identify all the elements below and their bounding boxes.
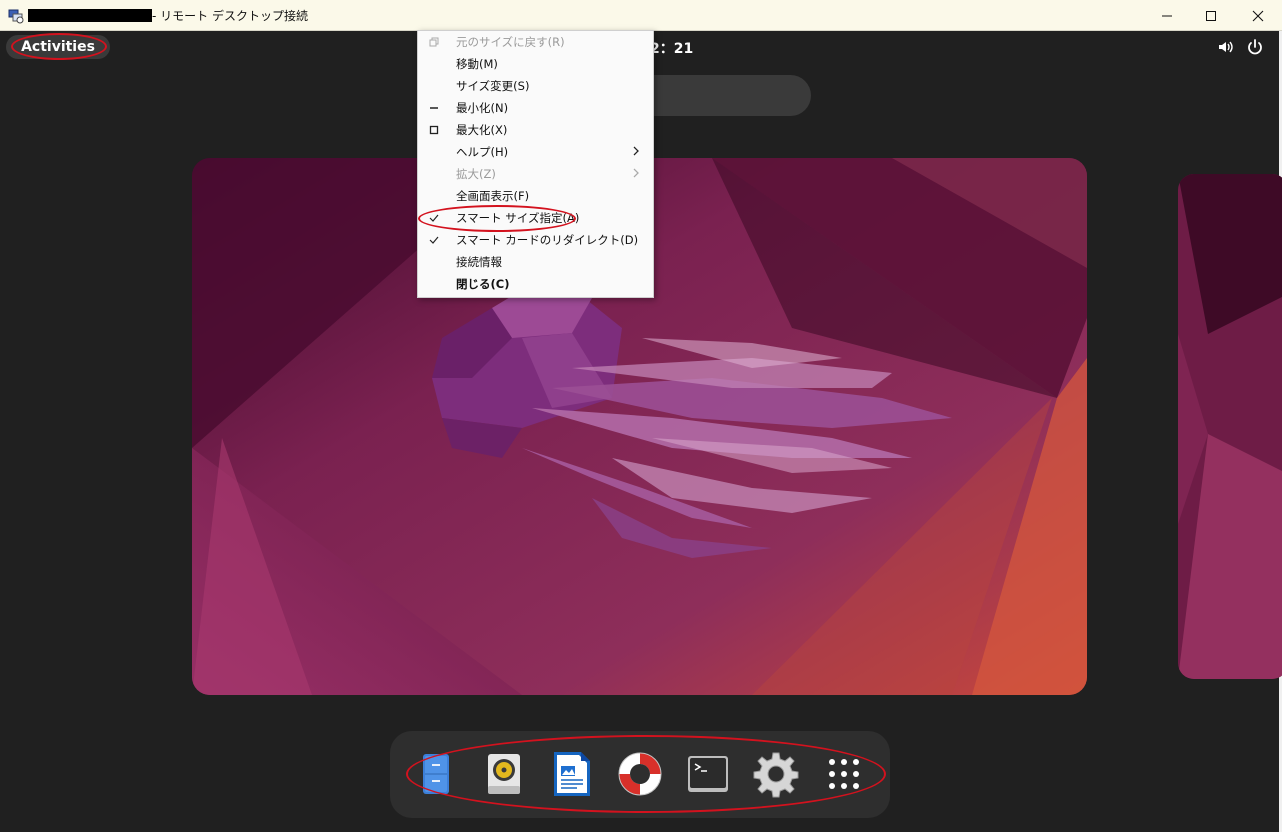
rdp-app-icon[interactable] xyxy=(8,8,24,24)
menu-item-label: サイズ変更(S) xyxy=(456,79,530,93)
menu-item-zoom[interactable]: 拡大(Z) xyxy=(418,163,653,185)
chevron-right-icon xyxy=(632,146,640,159)
menu-item-label: スマート サイズ指定(A) xyxy=(456,211,580,225)
rhythmbox-icon[interactable] xyxy=(478,748,530,800)
minimize-icon xyxy=(427,101,441,115)
show-apps-icon[interactable] xyxy=(818,748,870,800)
menu-item-smart-sizing[interactable]: スマート サイズ指定(A) xyxy=(418,207,653,229)
menu-item-resize[interactable]: サイズ変更(S) xyxy=(418,75,653,97)
menu-item-label: 移動(M) xyxy=(456,57,498,71)
menu-item-minimize[interactable]: 最小化(N) xyxy=(418,97,653,119)
maximize-icon xyxy=(427,123,441,137)
window-system-menu: 元のサイズに戻す(R) 移動(M) サイズ変更(S) 最小化(N) 最大化(X)… xyxy=(417,30,654,298)
redacted-host-name xyxy=(28,9,152,22)
menu-item-help[interactable]: ヘルプ(H) xyxy=(418,141,653,163)
menu-item-connection-info[interactable]: 接続情報 xyxy=(418,251,653,273)
menu-item-close[interactable]: 閉じる(C) xyxy=(418,273,653,295)
menu-item-label: スマート カードのリダイレクト(D) xyxy=(456,233,639,247)
chevron-right-icon xyxy=(632,168,640,181)
terminal-icon[interactable] xyxy=(682,748,734,800)
settings-icon[interactable] xyxy=(750,748,802,800)
close-button[interactable] xyxy=(1235,0,1281,31)
menu-item-label: 閉じる(C) xyxy=(456,277,510,291)
menu-item-label: 最小化(N) xyxy=(456,101,509,115)
menu-item-maximize[interactable]: 最大化(X) xyxy=(418,119,653,141)
check-icon xyxy=(427,233,441,247)
activities-button[interactable]: Activities xyxy=(6,35,110,59)
menu-item-label: 最大化(X) xyxy=(456,123,508,137)
menu-item-label: 拡大(Z) xyxy=(456,167,496,181)
files-icon[interactable] xyxy=(410,748,462,800)
window-title: - リモート デスクトップ接続 xyxy=(152,9,308,23)
menu-item-restore[interactable]: 元のサイズに戻す(R) xyxy=(418,31,653,53)
menu-item-label: 元のサイズに戻す(R) xyxy=(456,35,565,49)
volume-icon[interactable] xyxy=(1217,38,1235,56)
maximize-button[interactable] xyxy=(1188,0,1234,31)
libreoffice-writer-icon[interactable] xyxy=(546,748,598,800)
menu-item-fullscreen[interactable]: 全画面表示(F) xyxy=(418,185,653,207)
menu-item-label: ヘルプ(H) xyxy=(456,145,509,159)
menu-item-smartcard-redirect[interactable]: スマート カードのリダイレクト(D) xyxy=(418,229,653,251)
menu-item-label: 全画面表示(F) xyxy=(456,189,530,203)
restore-icon xyxy=(427,35,441,49)
next-workspace-thumbnail[interactable] xyxy=(1178,174,1282,679)
clock[interactable]: 2：21 xyxy=(650,38,693,58)
check-icon xyxy=(427,211,441,225)
help-icon[interactable] xyxy=(614,748,666,800)
rdp-title-bar[interactable]: - リモート デスクトップ接続 xyxy=(0,0,1282,31)
power-icon[interactable] xyxy=(1246,38,1264,56)
minimize-button[interactable] xyxy=(1144,0,1190,31)
menu-item-move[interactable]: 移動(M) xyxy=(418,53,653,75)
menu-item-label: 接続情報 xyxy=(456,255,502,269)
wallpaper-image xyxy=(1178,174,1282,679)
